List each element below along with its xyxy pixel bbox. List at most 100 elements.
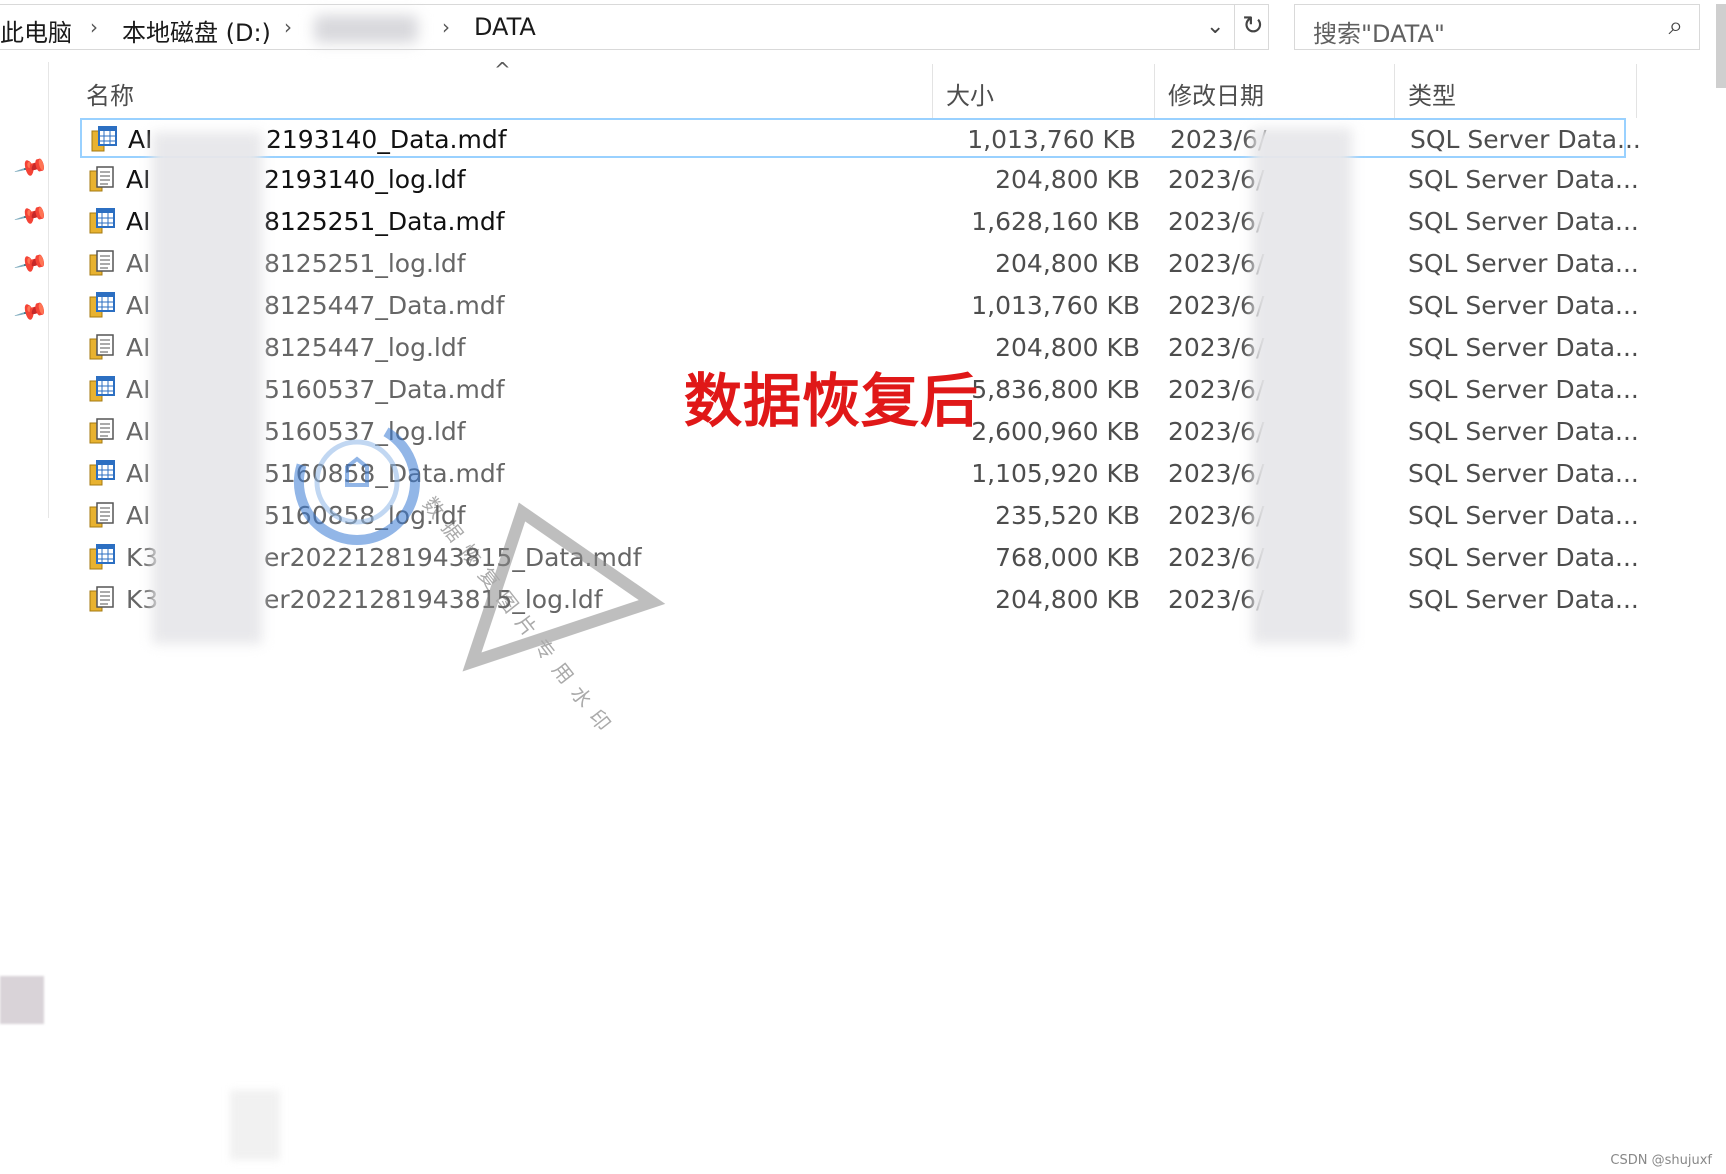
column-divider[interactable] — [1154, 64, 1155, 118]
divider — [1234, 5, 1235, 49]
redacted-folder — [314, 15, 418, 43]
file-type: SQL Server Data... — [1408, 165, 1639, 194]
file-date: 2023/6/ — [1168, 249, 1265, 278]
sql-data-file-icon — [89, 460, 115, 486]
file-name-suffix: 5160537_Data.mdf — [264, 375, 505, 404]
sql-data-file-icon — [91, 126, 117, 152]
sql-log-file-icon — [89, 418, 114, 444]
file-name-suffix: er20221281943815_Data.mdf — [264, 543, 642, 572]
sql-log-file-icon — [89, 502, 114, 528]
file-row[interactable]: AI 5160858_log.ldf 235,520 KB 2023/6/SQL Se… — [80, 496, 1639, 536]
file-type: SQL Server Data... — [1408, 459, 1639, 488]
sort-ascending-icon: ^ — [494, 58, 511, 82]
column-divider[interactable] — [932, 64, 933, 118]
file-name-suffix: er20221281943815_log.ldf — [264, 585, 603, 614]
nav-pane-divider — [48, 62, 49, 518]
file-type: SQL Server Data... — [1410, 125, 1641, 154]
file-type: SQL Server Data... — [1408, 333, 1639, 362]
search-icon[interactable]: ⌕ — [1668, 11, 1683, 42]
file-size: 768,000 KB — [995, 543, 1140, 572]
redaction-strip — [152, 132, 262, 644]
file-name-suffix: 8125251_log.ldf — [264, 249, 466, 278]
file-row[interactable]: AI 8125447_Data.mdf 1,013,760 KB 2023/6/SQL… — [80, 286, 1639, 326]
breadcrumb-data[interactable]: DATA — [474, 13, 536, 41]
file-row[interactable]: K3 er20221281943815_log.ldf 204,800 KB 2023… — [80, 580, 1639, 620]
file-type: SQL Server Data... — [1408, 501, 1639, 530]
pin-icon[interactable]: 📌 — [13, 247, 49, 282]
file-row[interactable]: AI 5160858_Data.mdf 1,105,920 KB 2023/6/SQL… — [80, 454, 1639, 494]
file-type: SQL Server Data... — [1408, 291, 1639, 320]
search-box[interactable]: 搜索"DATA" ⌕ — [1294, 4, 1700, 50]
breadcrumb-drive-d[interactable]: 本地磁盘 (D:) — [122, 13, 271, 48]
file-type: SQL Server Data... — [1408, 207, 1639, 236]
file-size: 204,800 KB — [995, 165, 1140, 194]
faint-mark — [230, 1090, 280, 1160]
file-size: 235,520 KB — [995, 501, 1140, 530]
pin-icon[interactable]: 📌 — [13, 151, 49, 186]
file-row[interactable]: K3 er20221281943815_Data.mdf 768,000 KB 202… — [80, 538, 1639, 578]
file-type: SQL Server Data... — [1408, 543, 1639, 572]
file-name-suffix: 2193140_Data.mdf — [266, 125, 507, 154]
file-type: SQL Server Data... — [1408, 375, 1639, 404]
sql-data-file-icon — [89, 208, 115, 234]
file-row[interactable]: AI 2193140_log.ldf 204,800 KB 2023/6/SQL Se… — [80, 160, 1639, 200]
file-name-suffix: 8125447_log.ldf — [264, 333, 466, 362]
column-header-name[interactable]: 名称 — [86, 76, 134, 111]
sql-log-file-icon — [89, 586, 114, 612]
file-date: 2023/6/ — [1168, 543, 1265, 572]
file-name-suffix: 8125251_Data.mdf — [264, 207, 505, 236]
file-type: SQL Server Data... — [1408, 417, 1639, 446]
sql-data-file-icon — [89, 376, 115, 402]
pin-icon[interactable]: 📌 — [13, 199, 49, 234]
breadcrumb-this-pc[interactable]: 此电脑 — [0, 13, 72, 48]
chevron-right-icon[interactable]: › — [284, 15, 292, 39]
file-date: 2023/6/ — [1168, 207, 1265, 236]
nav-thumbnail — [0, 976, 44, 1024]
chevron-right-icon[interactable]: › — [90, 15, 98, 39]
file-date: 2023/6/ — [1168, 459, 1265, 488]
file-name-suffix: 5160858_Data.mdf — [264, 459, 505, 488]
sql-log-file-icon — [89, 334, 114, 360]
refresh-icon[interactable]: ↻ — [1242, 11, 1264, 41]
file-date: 2023/6/ — [1168, 291, 1265, 320]
file-date: 2023/6/ — [1168, 417, 1265, 446]
file-name-suffix: 2193140_log.ldf — [264, 165, 466, 194]
file-size: 2,600,960 KB — [971, 417, 1140, 446]
column-header-type[interactable]: 类型 — [1408, 76, 1456, 111]
file-type: SQL Server Data... — [1408, 249, 1639, 278]
address-bar[interactable]: 此电脑 › 本地磁盘 (D:) › › DATA ⌄ ↻ — [0, 4, 1269, 50]
column-header-modified[interactable]: 修改日期 — [1168, 76, 1264, 111]
sql-data-file-icon — [89, 544, 115, 570]
sql-data-file-icon — [89, 292, 115, 318]
file-name-suffix: 5160858_log.ldf — [264, 501, 466, 530]
chevron-down-icon[interactable]: ⌄ — [1206, 14, 1224, 39]
file-size: 1,013,760 KB — [967, 125, 1136, 154]
column-divider[interactable] — [1636, 64, 1637, 118]
scrollbar[interactable] — [1716, 4, 1726, 88]
sql-log-file-icon — [89, 250, 114, 276]
file-size: 1,105,920 KB — [971, 459, 1140, 488]
credit-text: CSDN @shujuxf — [1610, 1153, 1712, 1168]
chevron-right-icon[interactable]: › — [442, 15, 450, 39]
sql-log-file-icon — [89, 166, 114, 192]
column-divider[interactable] — [1394, 64, 1395, 118]
file-size: 5,836,800 KB — [971, 375, 1140, 404]
file-date: 2023/6/ — [1168, 165, 1265, 194]
file-row[interactable]: AI 8125251_Data.mdf 1,628,160 KB 2023/6/SQL… — [80, 202, 1639, 242]
file-size: 204,800 KB — [995, 585, 1140, 614]
redaction-strip — [1252, 128, 1352, 644]
pin-icon[interactable]: 📌 — [13, 295, 49, 330]
annotation-text: 数据恢复后 — [684, 367, 980, 435]
file-size: 1,628,160 KB — [971, 207, 1140, 236]
file-size: 204,800 KB — [995, 333, 1140, 362]
file-row[interactable]: AI 8125251_log.ldf 204,800 KB 2023/6/SQL Se… — [80, 244, 1639, 284]
file-date: 2023/6/ — [1168, 585, 1265, 614]
file-name-suffix: 8125447_Data.mdf — [264, 291, 505, 320]
file-row[interactable]: AI 2193140_Data.mdf 1,013,760 KB 2023/6/SQL… — [80, 118, 1641, 158]
search-input[interactable]: 搜索"DATA" — [1313, 14, 1445, 49]
file-name-suffix: 5160537_log.ldf — [264, 417, 466, 446]
file-size: 204,800 KB — [995, 249, 1140, 278]
column-header-size[interactable]: 大小 — [946, 76, 994, 111]
file-date: 2023/6/ — [1168, 501, 1265, 530]
file-size: 1,013,760 KB — [971, 291, 1140, 320]
